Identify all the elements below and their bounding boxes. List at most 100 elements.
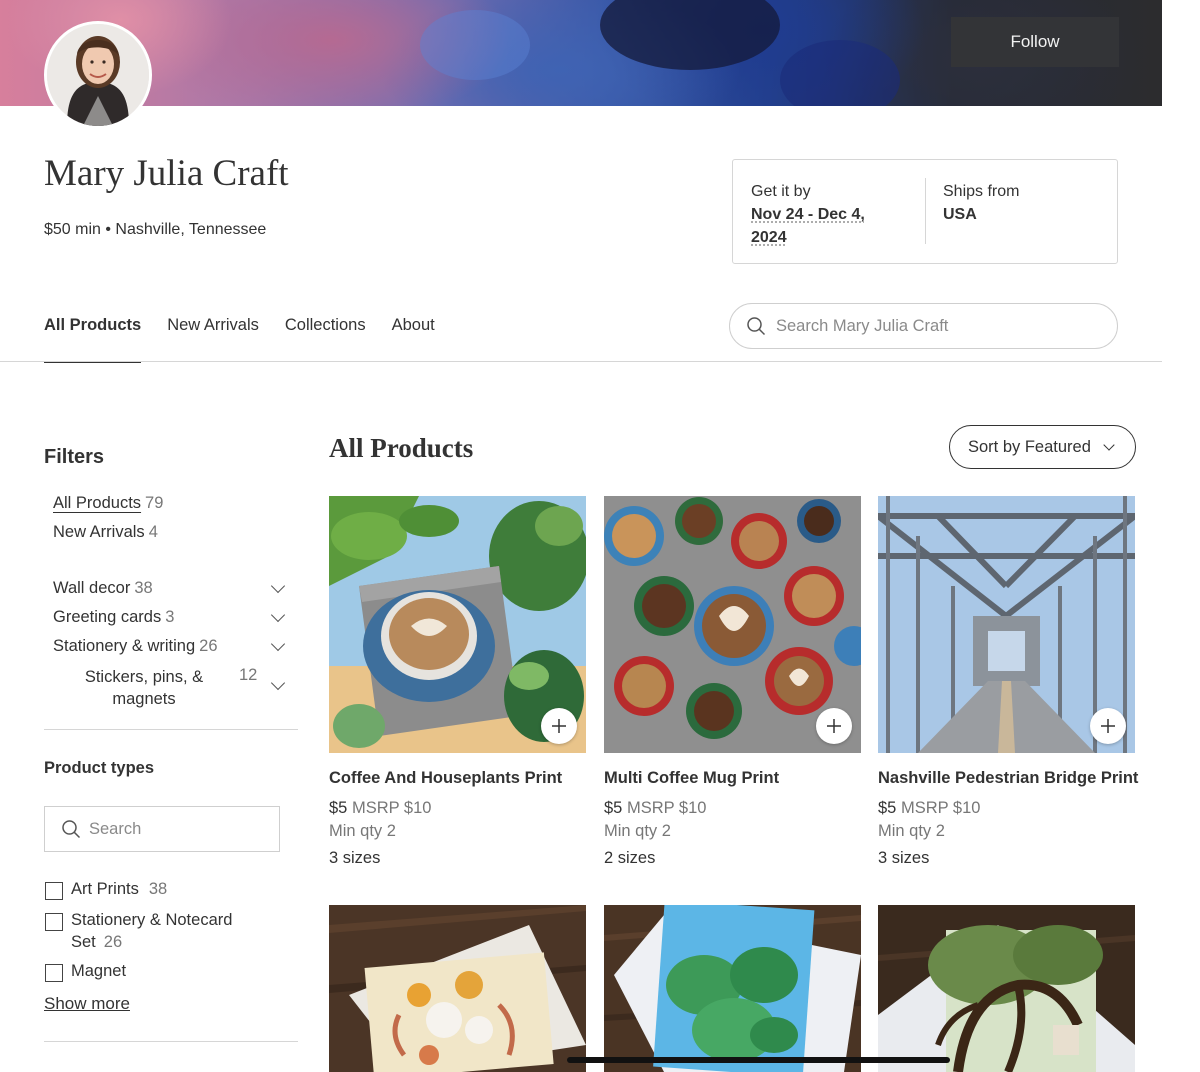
msrp-price: MSRP $10 xyxy=(351,799,432,817)
divider xyxy=(925,178,926,244)
search-icon xyxy=(62,820,81,839)
chevron-down-icon[interactable] xyxy=(270,636,286,652)
product-title[interactable]: Coffee And Houseplants Print xyxy=(329,769,562,788)
category-count: 38 xyxy=(134,579,153,597)
delivery-estimate: Get it by Nov 24 - Dec 4, 2024 xyxy=(751,180,901,249)
product-type-magnet[interactable]: Magnet xyxy=(71,960,126,982)
chevron-down-icon xyxy=(1103,439,1115,451)
filter-all-products[interactable]: All Products 79 xyxy=(53,494,163,513)
product-sizes: 3 sizes xyxy=(878,849,930,867)
wholesale-price: $5 xyxy=(604,799,623,817)
product-price: $5 MSRP $10 xyxy=(878,799,980,818)
category-count: 3 xyxy=(165,608,175,626)
product-image[interactable] xyxy=(878,905,1135,1072)
floral-card-artwork xyxy=(329,905,586,1072)
delivery-date[interactable]: Nov 24 - Dec 4, xyxy=(751,203,901,226)
tab-about[interactable]: About xyxy=(392,316,435,363)
page-title: All Products xyxy=(329,433,474,463)
product-types-search[interactable] xyxy=(44,806,280,852)
min-qty: Min qty 2 xyxy=(604,822,671,840)
category-stickers-pins-magnets[interactable]: Stickers, pins, & magnets xyxy=(84,666,204,710)
tab-collections[interactable]: Collections xyxy=(285,316,366,363)
divider xyxy=(0,361,1162,362)
product-sizes: 3 sizes xyxy=(329,849,381,867)
banner-paint-stroke xyxy=(780,40,900,106)
msrp-price: MSRP $10 xyxy=(900,799,981,817)
tab-all-products[interactable]: All Products xyxy=(44,316,142,363)
add-to-cart-button[interactable] xyxy=(1090,708,1126,744)
get-it-by-label: Get it by xyxy=(751,183,811,200)
min-qty: Min qty 2 xyxy=(329,822,396,840)
product-type-count: 26 xyxy=(103,933,123,951)
category-label: Stationery & writing xyxy=(53,637,196,655)
filters-title: Filters xyxy=(44,446,105,468)
shop-search[interactable] xyxy=(729,303,1118,349)
shipping-info-box: Get it by Nov 24 - Dec 4, 2024 Ships fro… xyxy=(732,159,1118,264)
follow-button[interactable]: Follow xyxy=(951,17,1119,67)
filter-count: 4 xyxy=(148,523,158,541)
sort-label: Sort by Featured xyxy=(968,437,1091,456)
banner-paint-stroke xyxy=(420,10,530,80)
filter-new-arrivals[interactable]: New Arrivals 4 xyxy=(53,523,158,542)
divider xyxy=(44,1041,298,1042)
checkbox-art-prints[interactable] xyxy=(45,882,63,900)
checkbox-stationery-notecard-set[interactable] xyxy=(45,913,63,931)
product-type-label: Art Prints xyxy=(71,880,139,898)
divider xyxy=(44,729,298,730)
category-label: Wall decor xyxy=(53,579,131,597)
shop-tabs: All Products New Arrivals Collections Ab… xyxy=(44,316,461,363)
product-title[interactable]: Multi Coffee Mug Print xyxy=(604,769,779,788)
category-greeting-cards[interactable]: Greeting cards 3 xyxy=(53,608,174,627)
product-type-label: Set xyxy=(71,933,96,951)
wholesale-price: $5 xyxy=(878,799,897,817)
shop-banner: Follow xyxy=(0,0,1162,106)
ships-from: Ships from USA xyxy=(943,180,1019,226)
plus-icon xyxy=(827,719,841,733)
filter-label: New Arrivals xyxy=(53,523,145,541)
checkbox-magnet[interactable] xyxy=(45,964,63,982)
chevron-down-icon[interactable] xyxy=(270,607,286,623)
product-type-count: 38 xyxy=(148,880,168,898)
tab-new-arrivals[interactable]: New Arrivals xyxy=(167,316,259,363)
product-price: $5 MSRP $10 xyxy=(604,799,706,818)
chevron-down-icon[interactable] xyxy=(270,675,286,691)
show-more-link[interactable]: Show more xyxy=(44,994,130,1014)
product-types-search-input[interactable] xyxy=(89,819,259,839)
product-type-stationery-notecard-set[interactable]: Stationery & Notecard Set 26 xyxy=(71,909,232,953)
category-wall-decor[interactable]: Wall decor 38 xyxy=(53,579,153,598)
shop-avatar xyxy=(44,21,152,129)
ships-from-label: Ships from xyxy=(943,183,1020,200)
min-qty: Min qty 2 xyxy=(878,822,945,840)
product-image[interactable] xyxy=(329,905,586,1072)
msrp-price: MSRP $10 xyxy=(626,799,707,817)
category-label: magnets xyxy=(112,690,176,708)
shop-name: Mary Julia Craft xyxy=(44,153,289,194)
product-sizes: 2 sizes xyxy=(604,849,656,867)
horizontal-scrollbar[interactable] xyxy=(567,1057,950,1063)
product-type-label: Stationery & Notecard xyxy=(71,911,233,929)
delivery-date-year[interactable]: 2024 xyxy=(751,226,901,249)
chevron-down-icon[interactable] xyxy=(270,578,286,594)
filter-label: All Products xyxy=(53,494,142,512)
category-count: 12 xyxy=(239,666,258,684)
category-count: 26 xyxy=(199,637,218,655)
avatar-portrait xyxy=(47,24,149,126)
search-icon xyxy=(747,317,766,336)
ships-from-value: USA xyxy=(943,206,977,223)
category-stationery-writing[interactable]: Stationery & writing 26 xyxy=(53,637,218,656)
product-title[interactable]: Nashville Pedestrian Bridge Print xyxy=(878,769,1138,788)
shop-meta: $50 min • Nashville, Tennessee xyxy=(44,221,267,238)
oak-trees-card-artwork xyxy=(878,905,1135,1072)
monstera-card-artwork xyxy=(604,905,861,1072)
plus-icon xyxy=(552,719,566,733)
add-to-cart-button[interactable] xyxy=(541,708,577,744)
product-image[interactable] xyxy=(604,905,861,1072)
product-type-art-prints[interactable]: Art Prints 38 xyxy=(71,878,167,900)
add-to-cart-button[interactable] xyxy=(816,708,852,744)
product-price: $5 MSRP $10 xyxy=(329,799,431,818)
sort-dropdown[interactable]: Sort by Featured xyxy=(949,425,1136,469)
wholesale-price: $5 xyxy=(329,799,348,817)
filter-count: 79 xyxy=(145,494,164,512)
product-types-title: Product types xyxy=(44,759,155,777)
shop-search-input[interactable] xyxy=(776,316,1096,336)
